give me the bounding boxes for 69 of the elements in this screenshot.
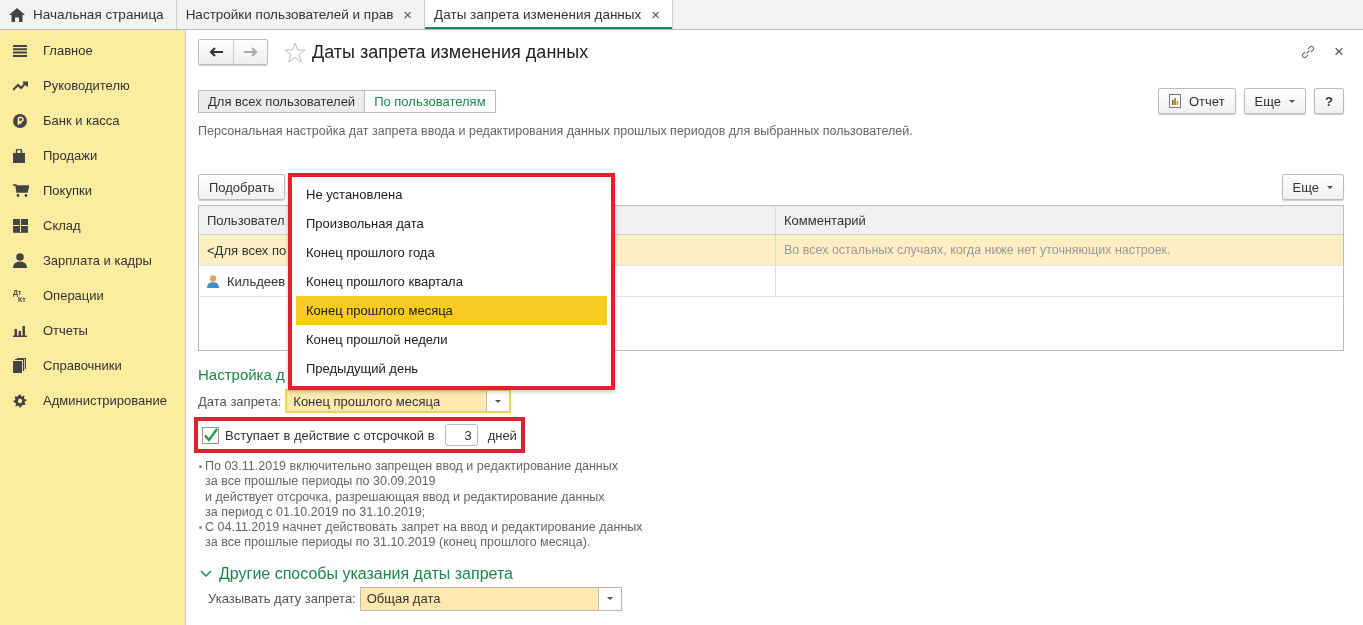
report-icon <box>1169 94 1181 108</box>
section-title: Настройка д <box>198 366 285 383</box>
mode-toggle[interactable]: По пользователям <box>365 89 496 113</box>
days-field[interactable]: 3 <box>444 424 478 446</box>
mode-select[interactable]: Общая дата <box>359 586 622 611</box>
sidebar-item[interactable]: Руководителю <box>0 68 185 103</box>
settings-icon <box>13 393 27 408</box>
column-header[interactable]: Комментарий <box>776 206 1343 234</box>
ruble-coin-icon <box>13 113 27 128</box>
link-icon[interactable] <box>1300 44 1317 60</box>
description-text: Персональная настройка дат запрета ввода и редактирования данных прошлых периодов для выбранных пользователей. <box>198 124 914 140</box>
forward-arrow-icon <box>243 47 258 57</box>
note-text: По 03.11.2019 включительно запрещен ввод и редактирование данных за все прошлые периоды по 30.09.2019 и действует отсрочка, разрешающая ввод и редактирование данных за период с 01.10.2019 по 31.10.2019; <box>205 459 618 521</box>
user-name: <Для всех по <box>207 242 287 258</box>
close-icon[interactable]: × <box>1334 42 1344 62</box>
tab[interactable]: Начальная страница <box>0 0 177 29</box>
sidebar-item[interactable]: Главное <box>0 33 185 68</box>
close-icon[interactable]: × <box>403 6 413 23</box>
user-icon <box>207 274 219 288</box>
pick-button[interactable]: Подобрать <box>198 174 286 200</box>
tab[interactable]: Даты запрета изменения данных × <box>425 0 674 29</box>
more-button[interactable]: Еще <box>1243 88 1307 114</box>
comment-text: Во всех остальных случаях, когда ниже нет уточняющих настроек. <box>784 243 1171 257</box>
bullet-icon <box>199 526 202 530</box>
dropdown-option[interactable]: Конец прошлого месяца <box>296 296 607 325</box>
sidebar-item[interactable]: Продажи <box>0 138 185 173</box>
sidebar-item[interactable]: Администрирование <box>0 383 185 418</box>
help-button[interactable]: ? <box>1314 88 1344 114</box>
sidebar-item[interactable]: Покупки <box>0 173 185 208</box>
date-select[interactable]: Конец прошлого месяца <box>285 389 512 413</box>
stacked-pages-icon <box>13 358 26 373</box>
dropdown-option[interactable]: Конец прошлого года <box>296 238 607 267</box>
close-icon[interactable]: × <box>651 6 661 23</box>
bag-icon <box>13 148 25 163</box>
unit-label: дней <box>487 427 517 443</box>
delay-checkbox[interactable] <box>202 426 219 444</box>
dropdown-option[interactable]: Произвольная дата <box>296 209 607 238</box>
star-icon[interactable] <box>284 41 306 63</box>
field-label: Указывать дату запрета: <box>208 591 356 607</box>
sidebar-item[interactable]: Банк и касса <box>0 103 185 138</box>
back-button[interactable] <box>199 40 233 64</box>
cart-icon <box>13 184 29 197</box>
more-button[interactable]: Еще <box>1281 174 1344 200</box>
report-button[interactable]: Отчет <box>1158 88 1236 114</box>
form-title: Даты запрета изменения данных <box>312 41 589 63</box>
caret-icon <box>1289 99 1296 103</box>
mode-toggle[interactable]: Для всех пользователей <box>198 89 366 113</box>
dropdown-option[interactable]: Не установлена <box>296 180 607 209</box>
user-name: Кильдеев <box>227 273 286 289</box>
bar-chart-icon <box>13 324 27 337</box>
home-icon <box>9 7 25 22</box>
menu-icon <box>13 44 27 57</box>
field-label: Дата запрета: <box>198 393 282 409</box>
person-icon <box>13 253 27 268</box>
dropdown-option[interactable]: Предыдущий день <box>296 354 607 383</box>
grid-icon <box>13 218 28 233</box>
sidebar-item[interactable]: Склад <box>0 208 185 243</box>
checkbox-label: Вступает в действие с отсрочкой в <box>225 427 435 443</box>
dropdown-option[interactable]: Конец прошлого квартала <box>296 267 607 296</box>
sidebar-item[interactable]: Отчеты <box>0 313 185 348</box>
collapsible-header[interactable]: Другие способы указания даты запрета <box>200 564 513 583</box>
sidebar-item[interactable]: Зарплата и кадры <box>0 243 185 278</box>
dropdown-option[interactable]: Конец прошлой недели <box>296 325 607 354</box>
trend-arrow-icon <box>13 80 29 91</box>
bullet-icon <box>199 465 202 468</box>
caret-icon <box>1327 185 1333 189</box>
note-text: С 04.11.2019 начнет действовать запрет на ввод и редактирование данных за все прошлые периоды по 31.10.2019 (конец прошлого месяца). <box>205 520 643 551</box>
sidebar-item[interactable]: Справочники <box>0 348 185 383</box>
back-arrow-icon <box>209 47 223 57</box>
